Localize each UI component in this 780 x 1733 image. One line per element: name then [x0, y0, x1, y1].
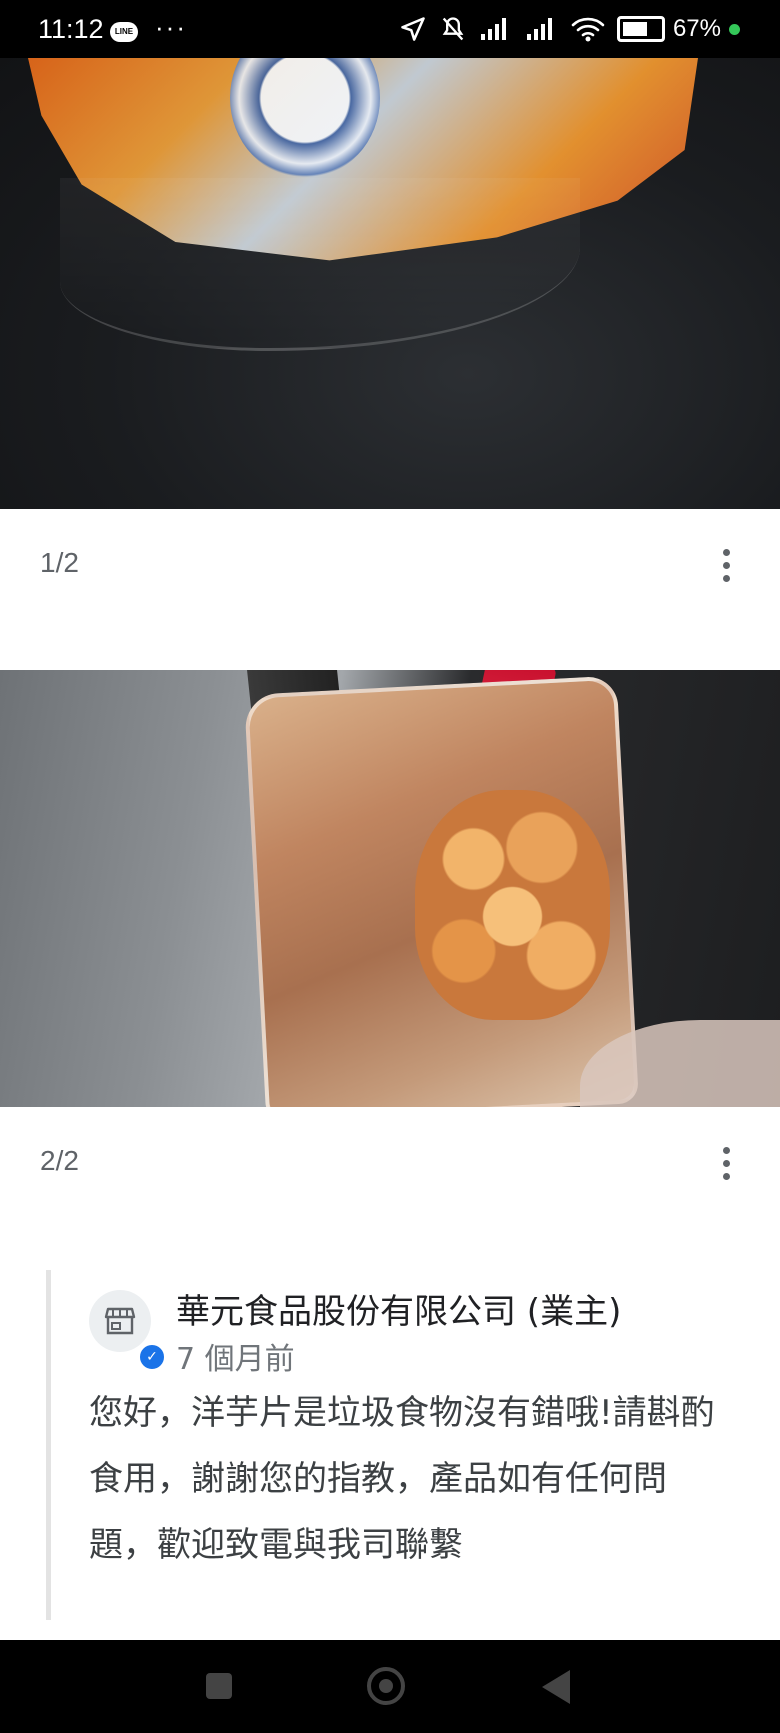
more-vert-icon[interactable] — [708, 543, 744, 587]
photo-caption-row: 2/2 — [0, 1107, 780, 1217]
more-notifications-icon: ··· — [155, 12, 187, 42]
reply-text: 您好，洋芋片是垃圾食物沒有錯哦!請斟酌食用，謝謝您的指教，產品如有任何問題，歡迎… — [89, 1393, 715, 1565]
status-time: 11:12 — [38, 14, 104, 44]
home-icon[interactable] — [367, 1667, 405, 1705]
potato-chips — [415, 790, 610, 1020]
signal-icon — [526, 18, 552, 40]
signal-icon — [480, 18, 506, 40]
system-nav-bar — [0, 1640, 780, 1733]
more-vert-icon[interactable] — [708, 1141, 744, 1185]
photo-counter: 2/2 — [40, 1145, 79, 1176]
status-icons: 67% — [399, 12, 740, 46]
privacy-dot — [729, 23, 740, 35]
reply-time: 7 個月前 — [176, 1342, 295, 1377]
navigation-arrow-icon — [401, 17, 425, 41]
plastic-wrap — [60, 178, 580, 351]
battery-indicator: 67% — [616, 15, 740, 43]
status-bar: 11:12 LINE ··· 67% — [0, 0, 780, 58]
back-icon[interactable] — [542, 1670, 570, 1704]
owner-reply: ✓ 華元食品股份有限公司 (業主) 7 個月前 您好，洋芋片是垃圾食物沒有錯哦!… — [46, 1270, 751, 1620]
line-app-icon: LINE — [110, 22, 138, 42]
owner-avatar[interactable] — [89, 1290, 151, 1352]
verified-icon: ✓ — [137, 1342, 167, 1372]
mute-icon — [442, 17, 464, 41]
battery-icon — [616, 16, 665, 42]
photo-caption-row: 1/2 — [0, 509, 780, 619]
owner-name[interactable]: 華元食品股份有限公司 (業主) — [176, 1284, 621, 1333]
store-icon — [104, 1307, 136, 1335]
wifi-icon — [571, 17, 605, 42]
review-photo-1[interactable] — [0, 58, 780, 509]
photo-counter: 1/2 — [40, 547, 79, 578]
battery-percent: 67% — [672, 15, 721, 42]
review-photo-2[interactable] — [0, 670, 780, 1107]
recents-icon[interactable] — [206, 1673, 232, 1699]
